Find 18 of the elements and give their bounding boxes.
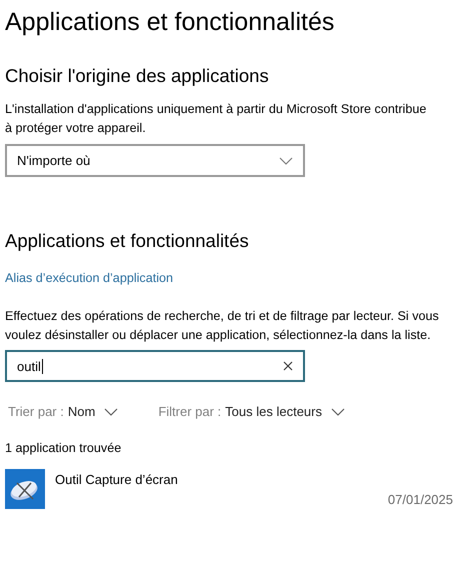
- search-field[interactable]: outil: [5, 350, 305, 382]
- caret-icon: [104, 408, 118, 416]
- snipping-tool-icon[interactable]: [5, 469, 45, 509]
- clear-icon[interactable]: [283, 361, 293, 371]
- app-alias-link[interactable]: Alias d’exécution d’application: [5, 271, 174, 285]
- section-heading: Applications et fonctionnalités: [5, 229, 250, 253]
- caret-icon: [330, 408, 345, 416]
- app-name[interactable]: Outil Capture d’écran: [55, 469, 461, 487]
- caret-icon: [279, 156, 293, 164]
- app-date: 07/01/2025: [388, 492, 453, 507]
- result-count: 1 application trouvée: [5, 441, 122, 455]
- section-heading: Choisir l'origine des applications: [5, 64, 270, 88]
- filter-dropdown[interactable]: Filtrer par : Tous les lecteurs: [158, 404, 345, 419]
- description-text: L'installation d'applications uniquement à partir du Microsoft Store contribue à protéger votre appareil.: [5, 101, 428, 137]
- source-dropdown[interactable]: N'importe où: [5, 144, 305, 177]
- page-title: Applications et fonctionnalités: [5, 7, 336, 38]
- sort-dropdown[interactable]: Trier par : Nom: [8, 404, 118, 419]
- description-text: Effectuez des opérations de recherche, de tri et de filtrage par lecteur. Si vous voulez désinstaller ou déplacer une application, sélectionnez-la dans la liste.: [5, 308, 440, 344]
